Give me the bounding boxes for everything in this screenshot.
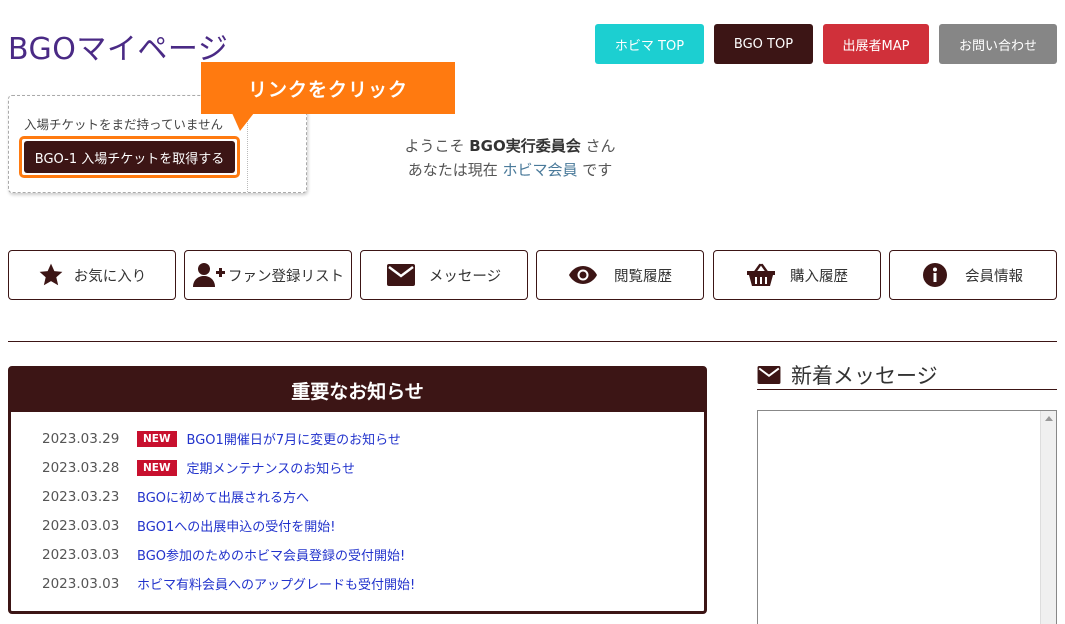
fan-list-label: ファン登録リスト (228, 268, 344, 285)
notice-link[interactable]: ホビマ有料会員へのアップグレードも受付開始! (137, 574, 415, 593)
new-messages-title: 新着メッセージ (791, 363, 938, 388)
member-info-label: 会員情報 (965, 268, 1023, 285)
notice-date: 2023.03.28 (42, 459, 120, 476)
important-notices-panel: 重要なお知らせ 2023.03.29 NEW BGO1開催日が7月に変更のお知らせ 2… (8, 366, 707, 614)
view-history-label: 閲覧履歴 (614, 268, 672, 285)
scroll-up-arrow-icon[interactable] (1045, 416, 1053, 421)
ticket-button-highlight: BGO-1 入場チケットを取得する (19, 136, 240, 178)
member-type: ホビマ会員 (502, 161, 578, 179)
notice-item: 2023.03.23 BGOに初めて出展される方へ (11, 482, 704, 511)
notice-item: 2023.03.03 ホビマ有料会員へのアップグレードも受付開始! (11, 569, 704, 598)
favorites-button[interactable]: お気に入り (8, 250, 176, 300)
new-messages-header: 新着メッセージ (757, 360, 1057, 390)
new-badge: NEW (137, 459, 177, 476)
hobima-top-button[interactable]: ホビマ TOP (595, 24, 704, 64)
notice-date: 2023.03.03 (42, 546, 120, 563)
notice-link[interactable]: BGO1への出展申込の受付を開始! (137, 516, 335, 535)
envelope-icon (386, 264, 415, 286)
notice-date: 2023.03.29 (42, 430, 120, 447)
notice-item: 2023.03.29 NEW BGO1開催日が7月に変更のお知らせ (11, 424, 704, 453)
welcome-message: ようこそ BGO実行委員会 さん あなたは現在 ホビマ会員 です (360, 134, 660, 182)
purchase-history-label: 購入履歴 (790, 268, 848, 285)
section-divider (8, 341, 1057, 342)
welcome-suffix: さん (580, 137, 616, 155)
notice-item: 2023.03.03 BGO1への出展申込の受付を開始! (11, 511, 704, 540)
favorites-label: お気に入り (73, 268, 147, 285)
notice-date: 2023.03.23 (42, 488, 120, 505)
user-plus-icon (193, 263, 225, 287)
messages-label: メッセージ (428, 268, 502, 285)
member-info-button[interactable]: 会員情報 (889, 250, 1057, 300)
bgo-top-button[interactable]: BGO TOP (714, 24, 813, 64)
envelope-icon (757, 365, 781, 384)
notice-link[interactable]: 定期メンテナンスのお知らせ (187, 458, 355, 477)
view-history-button[interactable]: 閲覧履歴 (536, 250, 704, 300)
star-icon (39, 263, 63, 286)
callout-tail (232, 113, 254, 131)
notice-item: 2023.03.03 BGO参加のためのホビマ会員登録の受付開始! (11, 540, 704, 569)
get-ticket-button[interactable]: BGO-1 入場チケットを取得する (24, 141, 235, 173)
notice-date: 2023.03.03 (42, 575, 120, 592)
purchase-history-button[interactable]: 購入履歴 (713, 250, 881, 300)
welcome-line-2: あなたは現在 ホビマ会員 です (360, 158, 660, 182)
basket-icon (747, 263, 775, 286)
user-name: BGO実行委員会 (469, 137, 581, 155)
fan-list-button[interactable]: ファン登録リスト (184, 250, 352, 300)
eye-icon (569, 266, 597, 284)
ticket-note: 入場チケットをまだ持っていません (24, 117, 224, 132)
page-title: BGOマイページ (8, 32, 229, 67)
info-icon (923, 263, 947, 287)
member-suffix: です (582, 161, 613, 179)
welcome-prefix: ようこそ (404, 137, 470, 155)
notice-link[interactable]: BGO1開催日が7月に変更のお知らせ (187, 429, 401, 448)
contact-button[interactable]: お問い合わせ (939, 24, 1057, 64)
notice-date: 2023.03.03 (42, 517, 120, 534)
notices-list: 2023.03.29 NEW BGO1開催日が7月に変更のお知らせ 2023.03.2… (11, 412, 704, 598)
messages-box[interactable] (757, 410, 1057, 624)
notice-link[interactable]: BGOに初めて出展される方へ (137, 487, 309, 506)
new-badge: NEW (137, 430, 177, 447)
exhibitor-map-button[interactable]: 出展者MAP (823, 24, 929, 64)
messages-button[interactable]: メッセージ (360, 250, 528, 300)
notice-link[interactable]: BGO参加のためのホビマ会員登録の受付開始! (137, 545, 405, 564)
notices-title: 重要なお知らせ (11, 369, 704, 412)
welcome-line-1: ようこそ BGO実行委員会 さん (360, 134, 660, 158)
messages-scrollbar[interactable] (1040, 411, 1056, 624)
click-link-callout: リンクをクリック (201, 62, 455, 114)
member-prefix: あなたは現在 (407, 161, 503, 179)
notice-item: 2023.03.28 NEW 定期メンテナンスのお知らせ (11, 453, 704, 482)
